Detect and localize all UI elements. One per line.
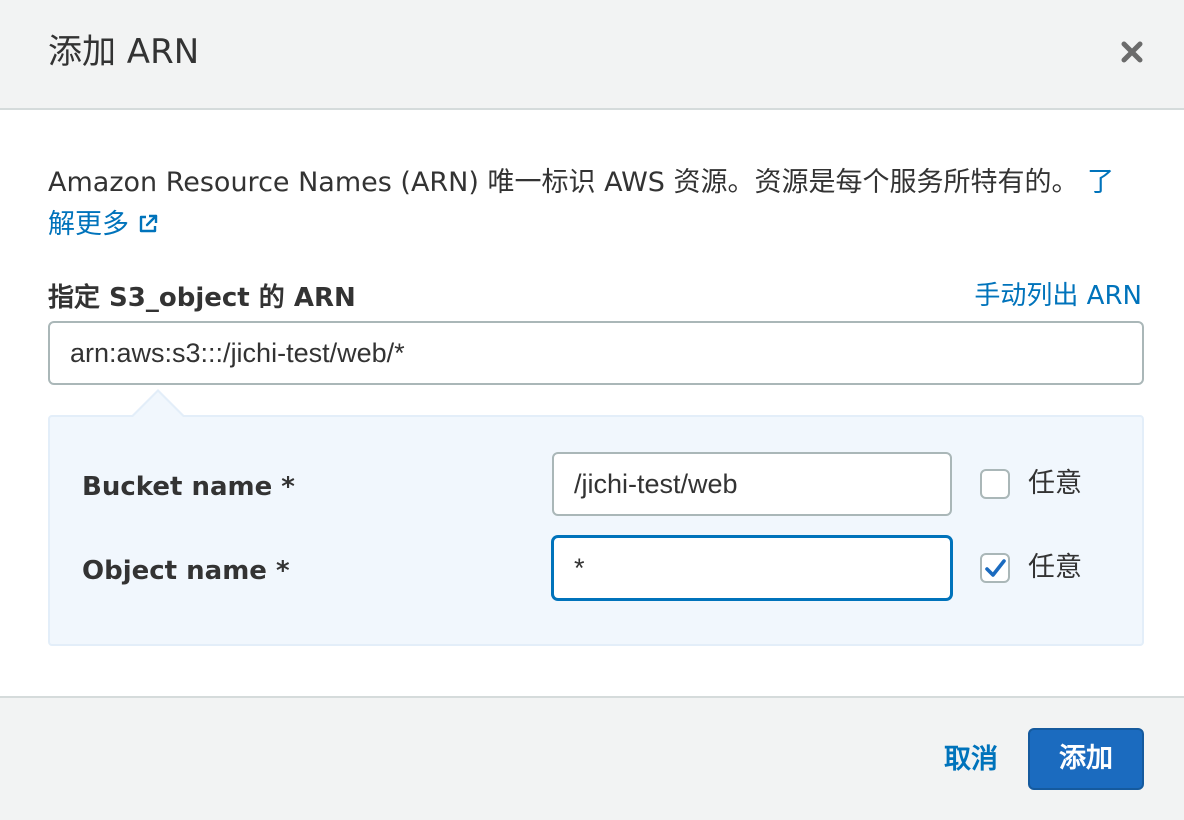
close-icon [1121, 41, 1143, 63]
object-any-label: 任意 [1028, 552, 1082, 583]
object-any-checkbox[interactable] [980, 553, 1010, 583]
dialog-header: 添加 ARN [0, 0, 1184, 110]
close-button[interactable] [1116, 36, 1148, 68]
bucket-name-label: Bucket name * [82, 472, 295, 502]
dialog-title: 添加 ARN [48, 32, 200, 72]
arn-builder-panel: Bucket name * 任意 Object name * 任意 [48, 389, 1144, 646]
dialog-body: Amazon Resource Names (ARN) 唯一标识 AWS 资源。… [0, 110, 1184, 696]
arn-input[interactable] [48, 321, 1144, 385]
cancel-button[interactable]: 取消 [944, 742, 998, 778]
checkmark-icon [985, 559, 1006, 577]
add-button[interactable]: 添加 [1028, 728, 1144, 790]
add-arn-dialog: 添加 ARN Amazon Resource Names (ARN) 唯一标识 … [0, 0, 1184, 820]
description-text: Amazon Resource Names (ARN) 唯一标识 AWS 资源。… [48, 162, 1138, 248]
bucket-any-checkbox[interactable] [980, 469, 1010, 499]
bucket-any-label: 任意 [1028, 468, 1082, 499]
dialog-footer: 取消 添加 [0, 696, 1184, 820]
description-body: Amazon Resource Names (ARN) 唯一标识 AWS 资源。… [48, 167, 1079, 198]
object-name-input[interactable] [552, 536, 952, 600]
bucket-name-input[interactable] [552, 452, 952, 516]
object-name-label: Object name * [82, 556, 290, 586]
manual-arn-link[interactable]: 手动列出 ARN [974, 278, 1142, 314]
panel-pointer-inner [132, 392, 184, 418]
external-link-icon [137, 206, 159, 248]
arn-field-label: 指定 S3_object 的 ARN [48, 283, 356, 313]
